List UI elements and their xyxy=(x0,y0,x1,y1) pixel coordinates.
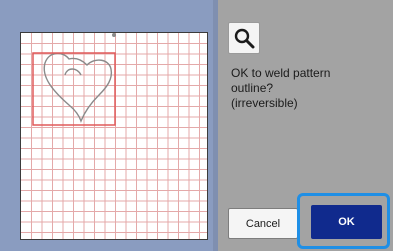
mat-preview-panel xyxy=(0,0,213,251)
heart-pattern xyxy=(43,52,113,124)
zoom-button[interactable] xyxy=(228,22,260,54)
mat-grid xyxy=(21,33,207,239)
heart-outline-large xyxy=(43,52,113,124)
mat-grid-canvas xyxy=(21,33,207,239)
ok-button[interactable]: OK xyxy=(311,205,382,239)
cutting-mat-preview xyxy=(20,32,208,240)
cancel-button[interactable]: Cancel xyxy=(228,208,298,239)
mat-origin-marker xyxy=(112,33,116,37)
weld-confirmation-message: OK to weld pattern outline? (irreversibl… xyxy=(231,66,331,110)
magnifier-icon xyxy=(234,28,255,49)
